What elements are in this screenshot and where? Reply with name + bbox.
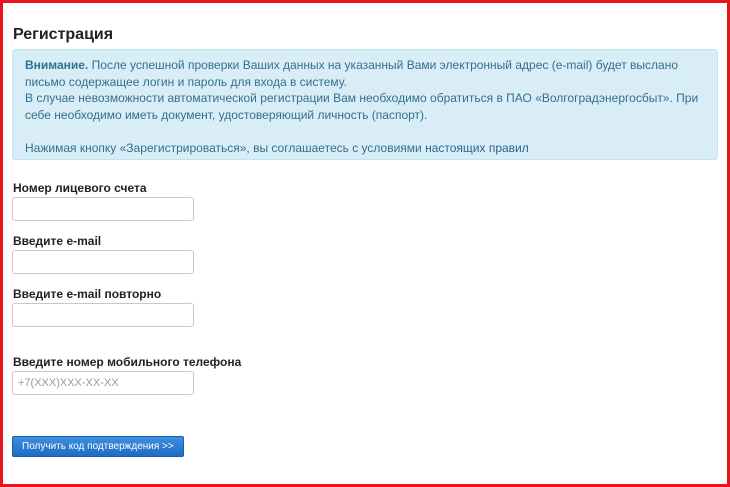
- phone-label: Введите номер мобильного телефона: [13, 355, 242, 369]
- get-confirmation-code-button[interactable]: Получить код подтверждения >>: [12, 436, 184, 457]
- notice-text-1: После успешной проверки Ваших данных на …: [25, 58, 678, 89]
- email-repeat-label: Введите e-mail повторно: [13, 287, 162, 301]
- notice-spacer: [25, 123, 705, 140]
- page-title: Регистрация: [13, 26, 114, 43]
- email-label: Введите e-mail: [13, 234, 102, 248]
- account-number-input[interactable]: [12, 197, 194, 221]
- rules-link[interactable]: настоящих правил: [425, 141, 529, 155]
- account-number-label: Номер лицевого счета: [13, 181, 147, 195]
- phone-input[interactable]: [12, 371, 194, 395]
- info-notice: Внимание. После успешной проверки Ваших …: [12, 49, 718, 160]
- notice-paragraph-1: Внимание. После успешной проверки Ваших …: [25, 57, 705, 90]
- notice-text-2: В случае невозможности автоматической ре…: [25, 91, 699, 122]
- notice-attention-label: Внимание.: [25, 58, 89, 72]
- notice-agreement-text: Нажимая кнопку «Зарегистрироваться», вы …: [25, 140, 426, 155]
- email-input[interactable]: [12, 250, 194, 274]
- email-repeat-input[interactable]: [12, 303, 194, 327]
- notice-agreement: Нажимая кнопку «Зарегистрироваться», вы …: [25, 140, 705, 157]
- page-frame: Регистрация Внимание. После успешной про…: [0, 0, 730, 487]
